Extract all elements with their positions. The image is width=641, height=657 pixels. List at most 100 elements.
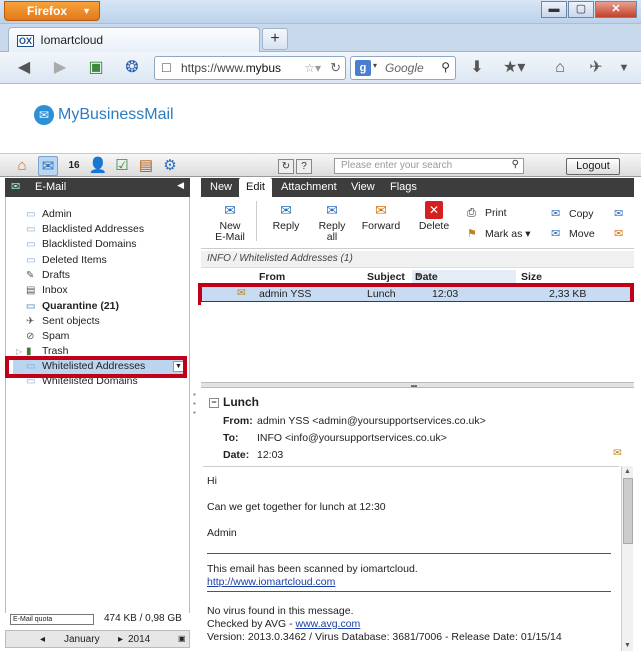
search-icon[interactable]: ⚲ <box>441 60 450 74</box>
refresh-icon[interactable]: ↻ <box>278 159 294 174</box>
email-module-icon[interactable]: ✉ <box>38 156 58 176</box>
folder-spam[interactable]: ⊘ Spam <box>26 329 186 344</box>
download-icon[interactable]: ⬇ <box>467 58 487 78</box>
folder-blacklisted-domains[interactable]: ▭ Blacklisted Domains <box>26 237 186 252</box>
page-header: ✉ MyBusinessMail <box>0 85 641 153</box>
new-tab-button[interactable]: + <box>262 28 288 50</box>
scan-link-row: http://www.iomartcloud.com <box>207 576 335 588</box>
calendar-module-icon[interactable]: 16 <box>64 156 84 176</box>
delete-button[interactable]: ✕ Delete <box>415 201 453 232</box>
print-button[interactable]: ⎙ Print <box>467 207 507 220</box>
browser-tab[interactable]: OX Iomartcloud <box>8 27 260 52</box>
next-month-icon[interactable]: ▸ <box>118 634 123 645</box>
firefox-menu-button[interactable]: Firefox ▼ <box>4 1 100 21</box>
folder-quarantine[interactable]: ▭ Quarantine (21) <box>26 299 186 314</box>
virus-check-row: Checked by AVG - www.avg.com <box>207 618 360 630</box>
collapse-sidebar-icon[interactable]: ◀ <box>177 180 184 191</box>
column-size[interactable]: Size <box>521 271 542 283</box>
folder-icon: ▭ <box>26 209 36 220</box>
extension-icon[interactable]: ✈ <box>586 58 606 78</box>
envelope-icon: ✉ <box>614 228 624 240</box>
home-icon[interactable]: ⌂ <box>550 58 570 78</box>
url-bar[interactable]: ☐ https://www.mybus ☆▾ ↻ <box>154 56 346 80</box>
column-subject[interactable]: Subject <box>367 271 405 283</box>
move-button[interactable]: ✉ Move <box>551 227 595 240</box>
quota-bar: E-Mail quota <box>10 614 94 625</box>
scan-link[interactable]: http://www.iomartcloud.com <box>207 576 335 588</box>
more-action-icon-2[interactable]: ✉ <box>614 227 632 240</box>
app-search-input[interactable]: Please enter your search ⚲ <box>334 158 524 174</box>
reload-icon[interactable]: ↻ <box>330 60 341 76</box>
folder-label: Drafts <box>42 269 71 281</box>
minimize-button[interactable]: ▬ <box>541 1 567 18</box>
copy-button[interactable]: ✉ Copy <box>551 207 594 220</box>
folder-drafts[interactable]: ✎ Drafts <box>26 268 186 283</box>
menu-overflow-icon[interactable]: ▼ <box>614 58 634 78</box>
infostore-module-icon[interactable]: ▤ <box>136 156 156 176</box>
vertical-splitter[interactable]: ▪ ▪ ▪ <box>193 390 199 450</box>
search-bar[interactable]: g ▾ Google ⚲ <box>350 56 456 80</box>
virus-notice: No virus found in this message. <box>207 605 354 617</box>
expand-trash-icon[interactable]: ▷ <box>16 347 22 356</box>
new-email-icon: ✉ <box>224 202 236 218</box>
sidebar-header: ✉ E-Mail ◀ <box>5 178 190 197</box>
tab-view[interactable]: View <box>344 178 382 197</box>
collapse-header-icon[interactable]: − <box>209 398 219 408</box>
mark-as-button[interactable]: ⚑ Mark as ▾ <box>467 227 531 240</box>
home-module-icon[interactable]: ⌂ <box>12 156 32 176</box>
scroll-down-icon[interactable]: ▼ <box>624 642 631 649</box>
scroll-thumb[interactable] <box>623 478 633 544</box>
folder-sent-objects[interactable]: ✈ Sent objects <box>26 314 186 329</box>
settings-gear-icon[interactable]: ⚙ <box>160 156 180 176</box>
firefox-menu-label: Firefox <box>27 4 68 18</box>
from-value[interactable]: admin YSS <admin@yoursupportservices.co.… <box>257 415 486 427</box>
sort-desc-icon: ▼ <box>415 271 423 280</box>
delete-icon: ✕ <box>425 201 443 219</box>
mini-calendar-bar: ◂ January ▸ 2014 ▣ <box>5 630 190 648</box>
forward-button[interactable]: ✉ Forward <box>359 201 403 232</box>
prev-month-icon[interactable]: ◂ <box>40 634 45 645</box>
bookmark-star-icon[interactable]: ☆▾ <box>304 61 321 75</box>
logout-button[interactable]: Logout <box>566 158 620 175</box>
app-search-icon[interactable]: ⚲ <box>512 159 519 170</box>
pane-splitter[interactable]: ▬ <box>201 382 634 389</box>
tab-edit[interactable]: Edit <box>239 178 272 197</box>
folder-admin[interactable]: ▭ Admin <box>26 207 186 222</box>
tab-attachment[interactable]: Attachment <box>274 178 344 197</box>
scroll-up-icon[interactable]: ▲ <box>624 468 631 475</box>
folder-deleted-items[interactable]: ▭ Deleted Items <box>26 253 186 268</box>
preview-to: To: INFO <info@yoursupportservices.co.uk> <box>223 432 447 444</box>
avg-link[interactable]: www.avg.com <box>296 618 361 630</box>
calendar-toggle-icon[interactable]: ▣ <box>178 634 186 643</box>
ribbon-tabs: New Edit Attachment View Flags <box>201 178 634 197</box>
folder-blacklisted-addresses[interactable]: ▭ Blacklisted Addresses <box>26 222 186 237</box>
message-preview: − Lunch From: admin YSS <admin@yoursupport… <box>201 389 634 651</box>
maximize-button[interactable]: ▢ <box>568 1 594 18</box>
column-from[interactable]: From <box>259 271 285 283</box>
contacts-module-icon[interactable]: 👤 <box>88 156 108 176</box>
back-icon[interactable]: ◀ <box>14 58 34 78</box>
preview-subject-text: Lunch <box>223 395 259 409</box>
tab-flags[interactable]: Flags <box>383 178 424 197</box>
forward-icon[interactable]: ▶ <box>50 58 70 78</box>
tab-new[interactable]: New <box>203 178 239 197</box>
to-value[interactable]: INFO <info@yoursupportservices.co.uk> <box>257 432 447 444</box>
new-email-button[interactable]: ✉ New E-Mail <box>212 201 248 243</box>
addon-icon[interactable]: ▣ <box>86 58 106 78</box>
reply-button[interactable]: ✉ Reply <box>269 201 303 232</box>
close-window-button[interactable]: ✕ <box>595 1 637 18</box>
preview-scrollbar[interactable]: ▲ ▼ <box>621 466 633 651</box>
folder-label: Blacklisted Domains <box>42 238 137 250</box>
reply-all-button[interactable]: ✉ Reply all <box>315 201 349 243</box>
spam-icon: ⊘ <box>26 331 35 342</box>
folder-inbox[interactable]: ▤ Inbox <box>26 283 186 298</box>
sync-icon[interactable]: ❂ <box>122 58 142 78</box>
folder-label: Sent objects <box>42 315 100 327</box>
tasks-module-icon[interactable]: ☑ <box>112 156 132 176</box>
google-icon[interactable]: g <box>355 60 371 76</box>
more-action-icon[interactable]: ✉ <box>614 207 632 220</box>
help-icon[interactable]: ? <box>296 159 312 174</box>
search-engine-dropdown-icon[interactable]: ▾ <box>373 61 377 70</box>
bookmarks-icon[interactable]: ★▾ <box>503 58 525 78</box>
column-date[interactable]: Date ▼ <box>412 270 516 284</box>
